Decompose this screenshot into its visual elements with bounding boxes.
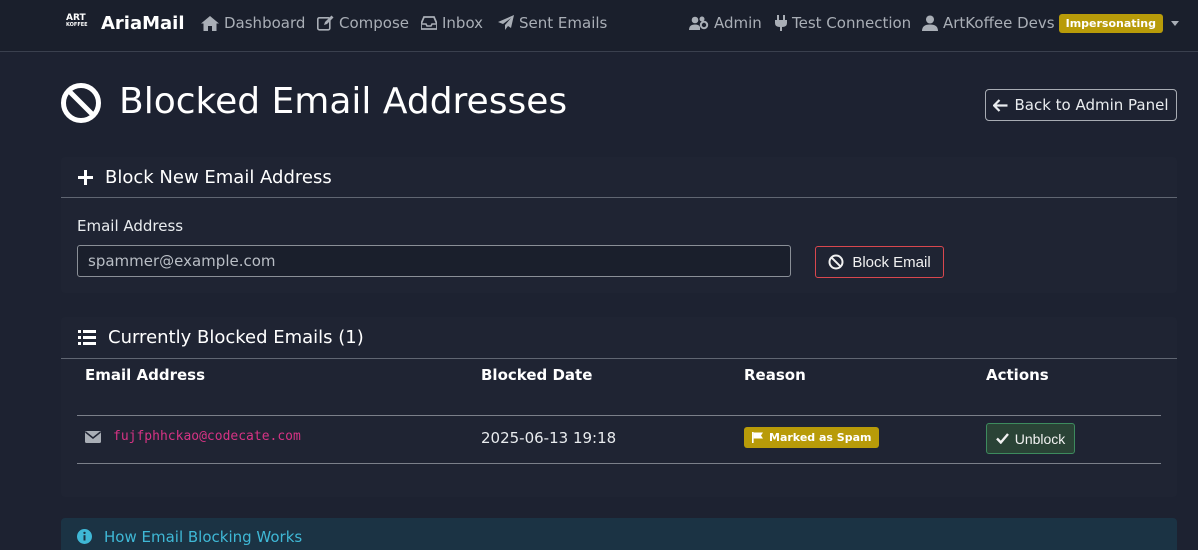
flag-icon <box>752 432 763 443</box>
nav-inbox-label: Inbox <box>442 14 484 32</box>
block-email-card: Block New Email Address Email Address Bl… <box>61 157 1177 293</box>
plus-icon <box>78 169 93 185</box>
inbox-icon <box>421 16 437 30</box>
unblock-button[interactable]: Unblock <box>986 423 1075 454</box>
nav-inbox[interactable]: Inbox <box>421 0 483 46</box>
page-title: Blocked Email Addresses <box>119 81 568 122</box>
nav-compose[interactable]: Compose <box>317 0 409 46</box>
info-alert: How Email Blocking Works <box>61 518 1177 550</box>
blocked-emails-card-header: Currently Blocked Emails (1) <box>61 317 1177 359</box>
nav-dashboard[interactable]: Dashboard <box>201 0 305 46</box>
ban-icon <box>828 254 844 270</box>
blocked-emails-card: Currently Blocked Emails (1) Email Addre… <box>61 317 1177 497</box>
blocked-email-address: fujfphhckao@codecate.com <box>113 429 301 444</box>
user-icon <box>922 15 938 31</box>
block-email-card-title: Block New Email Address <box>105 166 332 188</box>
nav-test-connection[interactable]: Test Connection <box>775 0 911 46</box>
nav-admin-label: Admin <box>714 14 762 32</box>
nav-sent-emails-label: Sent Emails <box>519 14 608 32</box>
column-header-blocked-date: Blocked Date <box>481 366 593 384</box>
blocked-date-cell: 2025-06-13 19:18 <box>481 429 617 447</box>
email-address-input[interactable] <box>77 245 791 277</box>
users-cog-icon <box>689 16 709 30</box>
nav-test-connection-label: Test Connection <box>792 14 912 32</box>
plug-icon <box>775 15 787 31</box>
back-to-admin-button[interactable]: Back to Admin Panel <box>985 89 1177 121</box>
info-circle-icon <box>77 529 92 544</box>
brand-name[interactable]: AriaMail <box>101 0 185 46</box>
nav-compose-label: Compose <box>339 14 410 32</box>
email-address-label: Email Address <box>77 217 184 235</box>
block-email-card-header: Block New Email Address <box>61 157 1177 198</box>
table-header-divider <box>77 415 1161 416</box>
nav-admin[interactable]: Admin <box>689 0 762 46</box>
info-alert-title: How Email Blocking Works <box>104 528 303 546</box>
edit-icon <box>317 15 334 31</box>
paper-plane-icon <box>498 15 514 30</box>
impersonating-badge: Impersonating <box>1058 13 1164 33</box>
table-row-divider <box>77 463 1161 464</box>
block-email-button-label: Block Email <box>852 253 931 271</box>
reason-badge: Marked as Spam <box>744 427 880 448</box>
column-header-reason: Reason <box>744 366 806 384</box>
arrow-left-icon <box>993 98 1008 112</box>
back-to-admin-label: Back to Admin Panel <box>1014 96 1169 114</box>
user-menu-toggle[interactable]: ArtKoffee Devs Impersonating <box>922 0 1180 46</box>
check-icon <box>995 433 1009 444</box>
ban-icon <box>61 83 101 123</box>
top-navbar: ART KOFFEE AriaMail Dashboard Compose In… <box>0 0 1198 52</box>
reason-badge-label: Marked as Spam <box>769 431 872 444</box>
envelope-icon <box>85 430 101 443</box>
nav-sent-emails[interactable]: Sent Emails <box>498 0 607 46</box>
block-email-button[interactable]: Block Email <box>815 246 944 278</box>
nav-dashboard-label: Dashboard <box>224 14 306 32</box>
brand-logo-sub: KOFFEE <box>66 22 88 28</box>
unblock-button-label: Unblock <box>1014 430 1066 447</box>
user-name: ArtKoffee Devs <box>943 14 1055 32</box>
blocked-emails-card-title: Currently Blocked Emails (1) <box>108 327 364 348</box>
column-header-actions: Actions <box>986 366 1049 384</box>
column-header-email: Email Address <box>85 366 206 384</box>
chevron-down-icon <box>1171 20 1180 26</box>
list-icon <box>78 330 96 345</box>
home-icon <box>201 15 219 31</box>
brand-logo[interactable]: ART KOFFEE <box>66 14 88 32</box>
blocked-email-cell: fujfphhckao@codecate.com <box>85 429 301 444</box>
